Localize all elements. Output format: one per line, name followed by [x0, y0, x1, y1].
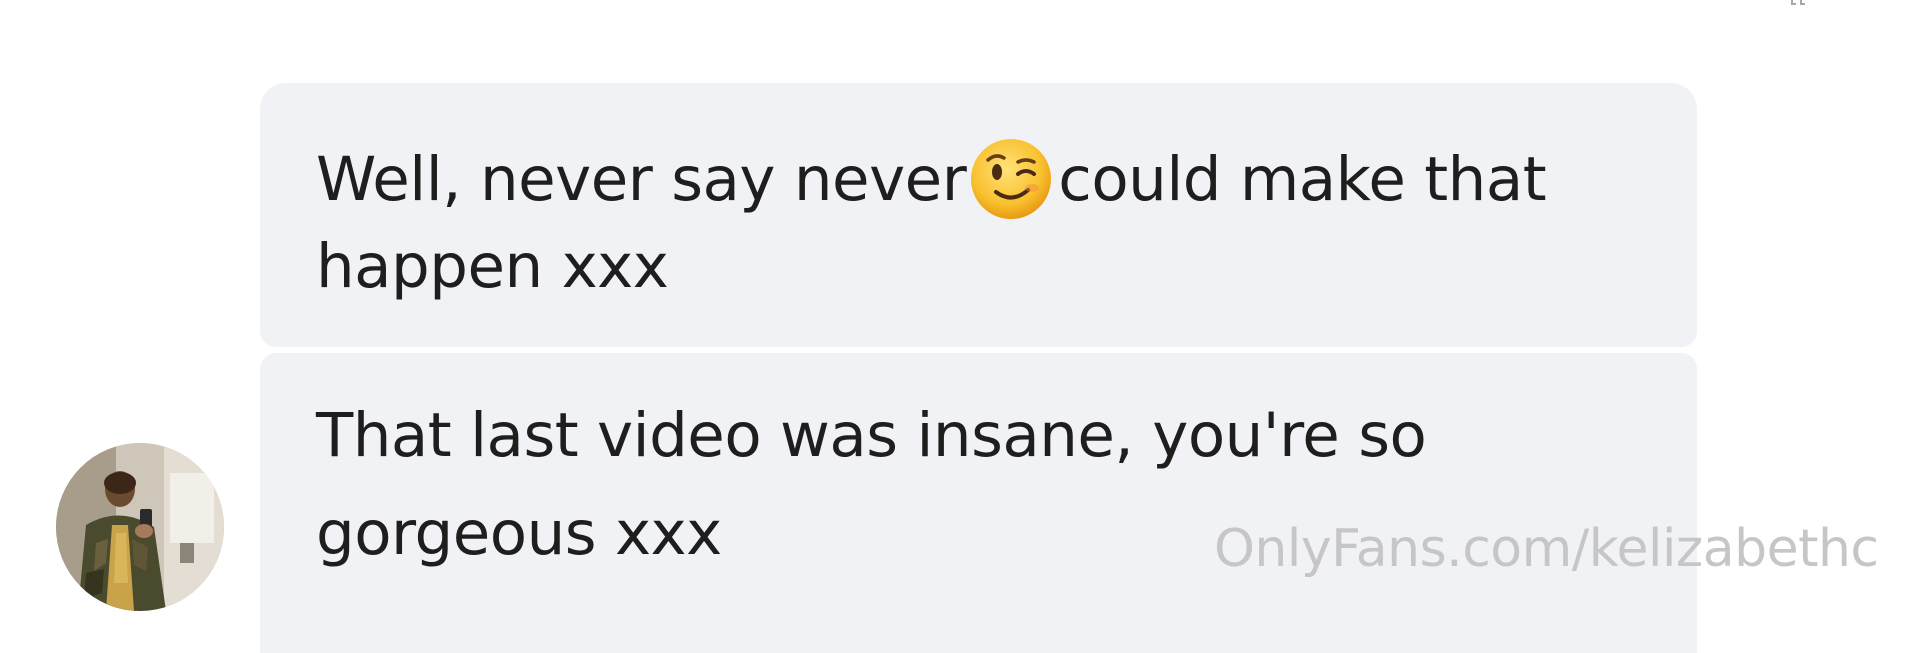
message-text-line: That last video was insane, you're so	[316, 400, 1427, 471]
chat-area: Well, never say never could make that ha…	[0, 0, 1920, 653]
message-text-line: happen xxx	[316, 231, 669, 302]
message-text-segment: Well, never say never	[316, 144, 967, 215]
message-text-line: Well, never say never could make that	[316, 136, 1547, 222]
corner-fragment-icon	[1788, 0, 1810, 8]
profile-photo-avatar-icon	[56, 443, 224, 611]
message-text-segment: could make that	[1058, 144, 1547, 215]
watermark-text: OnlyFans.com/kelizabethc	[1214, 519, 1879, 579]
avatar[interactable]	[56, 443, 224, 611]
winking-face-emoji-icon	[968, 136, 1054, 222]
message-text-line: gorgeous xxx	[316, 498, 722, 569]
